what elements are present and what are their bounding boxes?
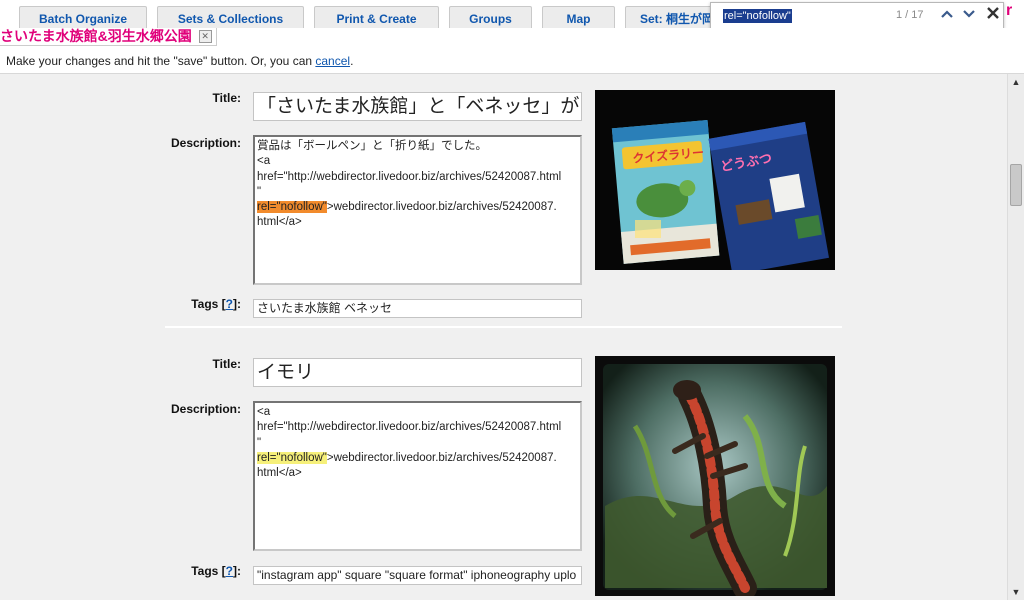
cancel-link[interactable]: cancel xyxy=(315,54,350,68)
desc-line: <a xyxy=(257,406,271,418)
tags-label-end: ]: xyxy=(233,564,241,578)
desc-line: html</a> xyxy=(257,467,302,480)
tab-map[interactable]: Map xyxy=(542,6,615,28)
find-bar: rel="nofollow" 1 / 17 xyxy=(710,2,1004,29)
info-message: Make your changes and hit the "save" but… xyxy=(6,54,353,68)
tab-sets-collections[interactable]: Sets & Collections xyxy=(157,6,304,28)
tags-help-link[interactable]: ? xyxy=(226,297,233,311)
tags-label-text: Tags [ xyxy=(191,564,226,578)
desc-line: " xyxy=(257,185,262,198)
tags-label-end: ]: xyxy=(233,297,241,311)
tags-label: Tags [?]: xyxy=(161,297,241,311)
brochure-photo: クイズラリー どうぶつ xyxy=(595,90,835,270)
newt-photo xyxy=(595,356,835,596)
tab-print-create[interactable]: Print & Create xyxy=(314,6,439,28)
desc-line: href="http://webdirector.livedoor.biz/ar… xyxy=(257,170,562,183)
info-message-text: Make your changes and hit the "save" but… xyxy=(6,54,316,68)
album-title: さいたま水族館&羽生水郷公園 xyxy=(0,28,192,44)
find-match-count: 1 / 17 xyxy=(896,9,924,21)
desc-line: rel="nofollow">webdirector.livedoor.biz/… xyxy=(257,451,578,466)
find-match-current: rel="nofollow" xyxy=(257,201,327,214)
desc-line-rest: >webdirector.livedoor.biz/archives/52420… xyxy=(326,201,557,214)
find-next-button[interactable] xyxy=(959,6,979,26)
scrollbar-thumb[interactable] xyxy=(1010,164,1022,206)
pink-text-fragment: r xyxy=(1006,2,1013,19)
info-message-end: . xyxy=(350,54,354,68)
photo-1-title-input[interactable]: 「さいたま水族館」と「ベネッセ」がコラ xyxy=(253,92,582,121)
find-close-button[interactable] xyxy=(984,4,1002,24)
album-title-box: さいたま水族館&羽生水郷公園 ✕ xyxy=(0,28,217,46)
desc-line: <a xyxy=(257,155,271,168)
description-label: Description: xyxy=(170,136,241,150)
tags-label: Tags [?]: xyxy=(161,564,241,578)
vertical-scrollbar[interactable]: ▲ ▼ xyxy=(1007,74,1024,600)
tags-label-text: Tags [ xyxy=(191,297,226,311)
chevron-up-icon xyxy=(941,10,953,18)
photo-separator xyxy=(165,326,842,328)
close-icon xyxy=(987,7,999,19)
scroll-up-icon[interactable]: ▲ xyxy=(1008,74,1024,90)
photo-2-thumbnail xyxy=(595,356,835,596)
photo-1-description-textarea[interactable]: 賞品は「ボールペン」と「折り紙」でした。 <a href="http://web… xyxy=(253,135,582,285)
desc-line: html</a> xyxy=(257,216,302,229)
desc-line: 賞品は「ボールペン」と「折り紙」でした。 xyxy=(257,140,487,152)
photo-2-tags-input[interactable]: "instagram app" square "square format" i… xyxy=(253,566,582,585)
tab-groups[interactable]: Groups xyxy=(449,6,532,28)
desc-line: href="http://webdirector.livedoor.biz/ar… xyxy=(257,421,562,434)
tab-batch-organize[interactable]: Batch Organize xyxy=(19,6,147,28)
find-query-selection: rel="nofollow" xyxy=(723,9,792,23)
photo-1-thumbnail: クイズラリー どうぶつ xyxy=(595,90,835,270)
title-label: Title: xyxy=(212,357,241,371)
desc-line-rest: >webdirector.livedoor.biz/archives/52420… xyxy=(326,451,557,464)
photo-2-title-input[interactable]: イモリ xyxy=(253,358,582,387)
scroll-down-icon[interactable]: ▼ xyxy=(1008,584,1024,600)
find-match: rel="nofollow" xyxy=(257,451,327,464)
chevron-down-icon xyxy=(963,10,975,18)
desc-line: " xyxy=(257,436,262,449)
description-label: Description: xyxy=(170,402,241,416)
info-bar: Make your changes and hit the "save" but… xyxy=(0,46,1024,74)
find-previous-button[interactable] xyxy=(937,6,957,26)
desc-line: rel="nofollow">webdirector.livedoor.biz/… xyxy=(257,200,578,215)
title-label: Title: xyxy=(212,91,241,105)
photo-2-description-textarea[interactable]: <a href="http://webdirector.livedoor.biz… xyxy=(253,401,582,551)
tags-help-link[interactable]: ? xyxy=(226,564,233,578)
album-close-icon[interactable]: ✕ xyxy=(198,30,212,43)
photo-1-tags-input[interactable]: さいたま水族館 ベネッセ xyxy=(253,299,582,318)
